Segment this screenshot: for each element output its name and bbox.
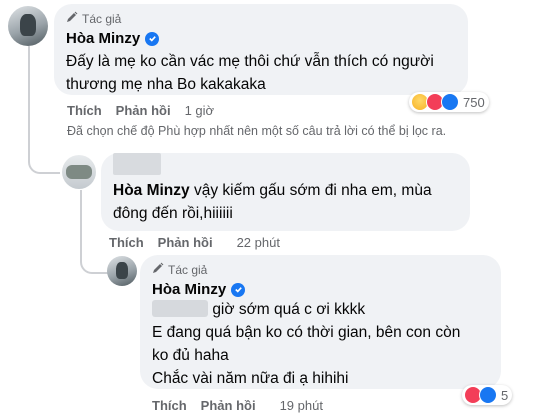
comment-bubble: Tác giả Hòa Minzy Đấy là mẹ ko cần vác m… <box>54 4 468 95</box>
avatar[interactable] <box>8 6 48 46</box>
timestamp[interactable]: 22 phút <box>237 235 280 250</box>
avatar[interactable] <box>107 256 137 286</box>
author-badge-label: Tác giả <box>82 11 122 26</box>
comment-bubble: Tác giả Hòa Minzy giờ sớm quá c ơi kkkk … <box>140 255 501 389</box>
like-button[interactable]: Thích <box>152 398 187 413</box>
comment-text: Hòa Minzy vậy kiếm gấu sớm đi nha em, mù… <box>113 179 432 225</box>
comment-actions: Thích Phản hồi 1 giờ <box>67 103 214 118</box>
pen-icon <box>66 11 78 26</box>
like-button[interactable]: Thích <box>109 235 144 250</box>
like-reaction-icon <box>479 386 497 404</box>
comment-actions: Thích Phản hồi 19 phút <box>152 398 323 413</box>
author-name[interactable]: Hòa Minzy <box>113 182 190 199</box>
comment-text-line: Chắc vài năm nữa đi ạ hihihi <box>152 370 349 387</box>
author-badge-label: Tác giả <box>168 262 208 277</box>
comment-text-line: Đấy là mẹ ko cần vác mẹ thôi chứ vẫn thí… <box>66 53 434 70</box>
author-badge: Tác giả <box>66 11 121 26</box>
author-name[interactable]: Hòa Minzy <box>66 30 140 47</box>
reply-button[interactable]: Phản hồi <box>158 235 213 250</box>
reaction-summary[interactable]: 5 <box>462 385 513 405</box>
comment-text: Đấy là mẹ ko cần vác mẹ thôi chứ vẫn thí… <box>66 50 434 96</box>
filter-notice: Đã chọn chế độ Phù hợp nhất nên một số c… <box>67 124 447 138</box>
pen-icon <box>152 262 164 277</box>
timestamp[interactable]: 1 giờ <box>185 103 215 118</box>
reaction-summary[interactable]: 750 <box>409 92 489 112</box>
reply-button[interactable]: Phản hồi <box>201 398 256 413</box>
comment-text-line: E đang quá bận ko có thời gian, bên con … <box>152 324 461 341</box>
verified-badge-icon <box>145 31 160 46</box>
comment-bubble: Hòa Minzy vậy kiếm gấu sớm đi nha em, mù… <box>101 153 470 231</box>
comment-text: giờ sớm quá c ơi kkkk E đang quá bận ko … <box>152 298 460 390</box>
blurred-name <box>113 153 161 175</box>
comment-text-line: giờ sớm quá c ơi kkkk <box>212 301 366 318</box>
author-name[interactable]: Hòa Minzy <box>152 281 226 298</box>
avatar[interactable] <box>62 155 96 189</box>
verified-badge-icon <box>231 282 246 297</box>
like-button[interactable]: Thích <box>67 103 102 118</box>
like-reaction-icon <box>441 93 459 111</box>
timestamp[interactable]: 19 phút <box>280 398 323 413</box>
reply-button[interactable]: Phản hồi <box>116 103 171 118</box>
blurred-mention <box>152 300 208 317</box>
comment-text-line: ko đủ haha <box>152 347 229 364</box>
reaction-count: 5 <box>501 387 509 403</box>
reaction-count: 750 <box>463 94 485 110</box>
comment-text-line: vậy kiếm gấu sớm đi nha em, mùa <box>193 182 432 199</box>
comment-text-line: đông đến rồi,hiiiiii <box>113 205 233 222</box>
comment-actions: Thích Phản hồi 22 phút <box>109 235 280 250</box>
comment-text-line: thương mẹ nha Bo kakakaka <box>66 76 266 93</box>
author-badge: Tác giả <box>152 262 207 277</box>
